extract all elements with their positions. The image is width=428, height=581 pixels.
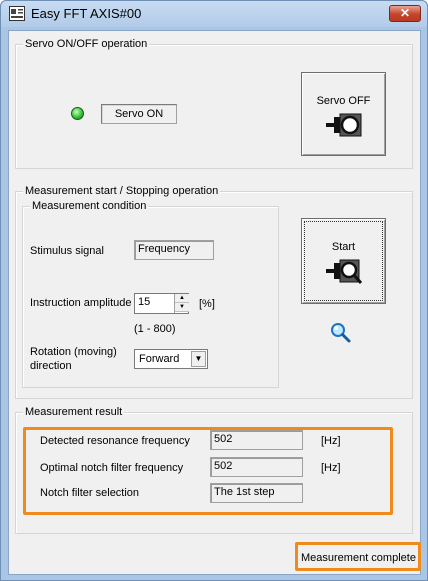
instruction-amplitude-label: Instruction amplitude	[30, 297, 132, 309]
measurement-operation-group: Measurement start / Stopping operation M…	[15, 185, 413, 399]
servo-status-field: Servo ON	[101, 104, 177, 124]
status-highlight-box	[295, 542, 421, 571]
stimulus-signal-label: Stimulus signal	[30, 245, 104, 257]
fft-window-icon	[9, 6, 25, 21]
servo-status-led	[71, 107, 84, 120]
stimulus-signal-field: Frequency	[134, 240, 214, 260]
amplitude-range: (1 - 800)	[134, 323, 176, 335]
chevron-down-icon[interactable]: ▼	[191, 351, 206, 367]
condition-group-legend: Measurement condition	[30, 200, 149, 212]
magnifier-icon	[331, 323, 351, 343]
rotation-label-line2: direction	[30, 360, 72, 372]
title-bar[interactable]: Easy FFT AXIS#00 ✕	[1, 1, 427, 27]
close-button[interactable]: ✕	[389, 5, 421, 22]
amplitude-spinbox[interactable]: 15 ▲ ▼	[134, 293, 189, 314]
rotation-label-line1: Rotation (moving)	[30, 346, 117, 358]
close-icon: ✕	[399, 6, 411, 20]
easy-fft-window: Easy FFT AXIS#00 ✕ Servo ON/OFF operatio…	[0, 0, 428, 581]
servo-off-label: Servo OFF	[316, 95, 371, 107]
start-label: Start	[331, 241, 356, 253]
spin-down-icon[interactable]: ▼	[175, 303, 189, 312]
start-button[interactable]: Start	[301, 218, 386, 304]
servo-motor-icon	[325, 113, 361, 137]
rotation-direction-select[interactable]: Forward ▼	[134, 349, 208, 369]
servo-group-legend: Servo ON/OFF operation	[23, 38, 150, 50]
window-title: Easy FFT AXIS#00	[31, 6, 142, 21]
amplitude-spin-buttons: ▲ ▼	[174, 294, 189, 313]
motor-magnifier-icon	[325, 259, 362, 284]
spin-up-icon[interactable]: ▲	[175, 294, 189, 303]
measurement-condition-group: Measurement condition Stimulus signal Fr…	[22, 200, 279, 388]
servo-onoff-group: Servo ON/OFF operation Servo ON Servo OF…	[15, 38, 413, 169]
rotation-direction-value: Forward	[139, 353, 180, 365]
measurement-group-legend: Measurement start / Stopping operation	[23, 185, 221, 197]
result-group-legend: Measurement result	[23, 406, 125, 418]
result-highlight-box	[23, 427, 393, 515]
amplitude-unit: [%]	[199, 298, 215, 310]
servo-off-button[interactable]: Servo OFF	[301, 72, 386, 156]
amplitude-value: 15	[138, 296, 151, 308]
